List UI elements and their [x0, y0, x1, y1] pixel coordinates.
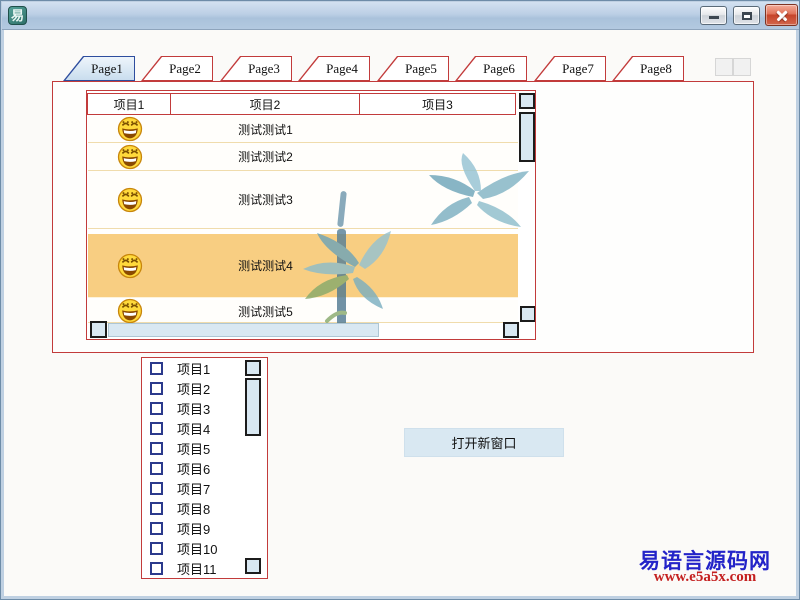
check-item-8[interactable]: 项目8 — [142, 498, 267, 518]
list-row-text: 测试测试4 — [171, 257, 360, 274]
check-item-label: 项目11 — [177, 559, 217, 578]
check-item-label: 项目4 — [177, 419, 210, 438]
app-logo-icon: 易 — [8, 6, 27, 25]
maximize-icon — [742, 12, 752, 20]
tab-page-panel: 项目1 项目2 项目3 测试测试1 测试测试2 — [52, 81, 754, 353]
scroll-corner-button[interactable] — [503, 322, 519, 338]
list-row-text: 测试测试5 — [171, 303, 360, 320]
titlebar[interactable]: 易 — [2, 2, 800, 30]
check-item-label: 项目1 — [177, 359, 210, 378]
column-header-3[interactable]: 项目3 — [360, 94, 515, 114]
tab-page2[interactable]: Page2 — [141, 56, 213, 81]
app-window: 易 Page1 Page2 Page3 Page4 Page5 Page6 Pa… — [0, 0, 800, 600]
tab-page1[interactable]: Page1 — [63, 56, 135, 81]
vscroll-thumb[interactable] — [519, 112, 535, 162]
close-icon — [775, 9, 788, 22]
check-item-label: 项目6 — [177, 459, 210, 478]
list-row-text: 测试测试1 — [171, 121, 360, 138]
custom-listview[interactable]: 项目1 项目2 项目3 测试测试1 测试测试2 — [86, 90, 536, 340]
tab-label: Page5 — [395, 56, 447, 81]
vscroll-up-button[interactable] — [519, 93, 535, 109]
list-row-5[interactable]: 测试测试5 — [88, 300, 518, 323]
hscroll-left-button[interactable] — [90, 321, 107, 338]
check-item-label: 项目10 — [177, 539, 217, 558]
list-row-text: 测试测试2 — [171, 148, 360, 165]
checkbox-icon[interactable] — [150, 462, 163, 475]
checkbox-icon[interactable] — [150, 422, 163, 435]
check-item-label: 项目3 — [177, 399, 210, 418]
checkbox-icon[interactable] — [150, 482, 163, 495]
close-button[interactable] — [765, 4, 798, 26]
check-item-label: 项目2 — [177, 379, 210, 398]
checkbox-list: 项目1 项目2 项目3 项目4 项目5 项目6 项目7 项目8 项目9 项目10… — [141, 357, 268, 579]
tab-page5[interactable]: Page5 — [377, 56, 449, 81]
check-item-9[interactable]: 项目9 — [142, 518, 267, 538]
check-item-10[interactable]: 项目10 — [142, 538, 267, 558]
column-header-2[interactable]: 项目2 — [171, 94, 360, 114]
checklist-scroll-thumb[interactable] — [245, 378, 261, 436]
maximize-button[interactable] — [733, 6, 760, 25]
tab-label: Page3 — [238, 56, 290, 81]
column-header-1[interactable]: 项目1 — [88, 94, 171, 114]
listview-header: 项目1 项目2 项目3 — [87, 93, 516, 115]
tab-page3[interactable]: Page3 — [220, 56, 292, 81]
tab-page4[interactable]: Page4 — [298, 56, 370, 81]
check-item-5[interactable]: 项目5 — [142, 438, 267, 458]
checkbox-icon[interactable] — [150, 402, 163, 415]
checkbox-icon[interactable] — [150, 562, 163, 575]
grin-emoji-icon — [88, 116, 171, 142]
hscroll-thumb[interactable] — [108, 323, 379, 337]
watermark-site-url: www.e5a5x.com — [635, 569, 775, 586]
checklist-scroll-down-button[interactable] — [245, 558, 261, 574]
list-row-1[interactable]: 测试测试1 — [88, 116, 518, 143]
list-row-text: 测试测试3 — [171, 191, 360, 208]
list-row-3[interactable]: 测试测试3 — [88, 171, 518, 229]
check-item-label: 项目8 — [177, 499, 210, 518]
minimize-icon — [709, 16, 719, 19]
checkbox-icon[interactable] — [150, 362, 163, 375]
checkbox-icon[interactable] — [150, 542, 163, 555]
tab-label: Page8 — [630, 56, 682, 81]
tab-label: Page7 — [552, 56, 604, 81]
checkbox-icon[interactable] — [150, 522, 163, 535]
tab-label: Page4 — [316, 56, 368, 81]
checklist-scroll-up-button[interactable] — [245, 360, 261, 376]
check-item-label: 项目7 — [177, 479, 210, 498]
grin-emoji-icon — [88, 253, 171, 279]
tab-label: Page2 — [159, 56, 211, 81]
check-item-6[interactable]: 项目6 — [142, 458, 267, 478]
list-row-2[interactable]: 测试测试2 — [88, 143, 518, 171]
check-item-label: 项目9 — [177, 519, 210, 538]
grin-emoji-icon — [88, 187, 171, 213]
tab-label: Page6 — [473, 56, 525, 81]
checkbox-icon[interactable] — [150, 502, 163, 515]
checkbox-icon[interactable] — [150, 382, 163, 395]
tab-label: Page1 — [81, 56, 133, 81]
open-new-window-button[interactable]: 打开新窗口 — [404, 428, 564, 457]
check-item-7[interactable]: 项目7 — [142, 478, 267, 498]
tab-scroll-right-button[interactable] — [733, 58, 751, 76]
tab-page7[interactable]: Page7 — [534, 56, 606, 81]
minimize-button[interactable] — [700, 6, 727, 25]
check-item-label: 项目5 — [177, 439, 210, 458]
tab-page8[interactable]: Page8 — [612, 56, 684, 81]
tab-scroll-left-button[interactable] — [715, 58, 733, 76]
vscroll-down-button[interactable] — [520, 306, 536, 322]
grin-emoji-icon — [88, 144, 171, 170]
list-row-4-selected[interactable]: 测试测试4 — [88, 234, 518, 298]
checkbox-icon[interactable] — [150, 442, 163, 455]
tab-page6[interactable]: Page6 — [455, 56, 527, 81]
